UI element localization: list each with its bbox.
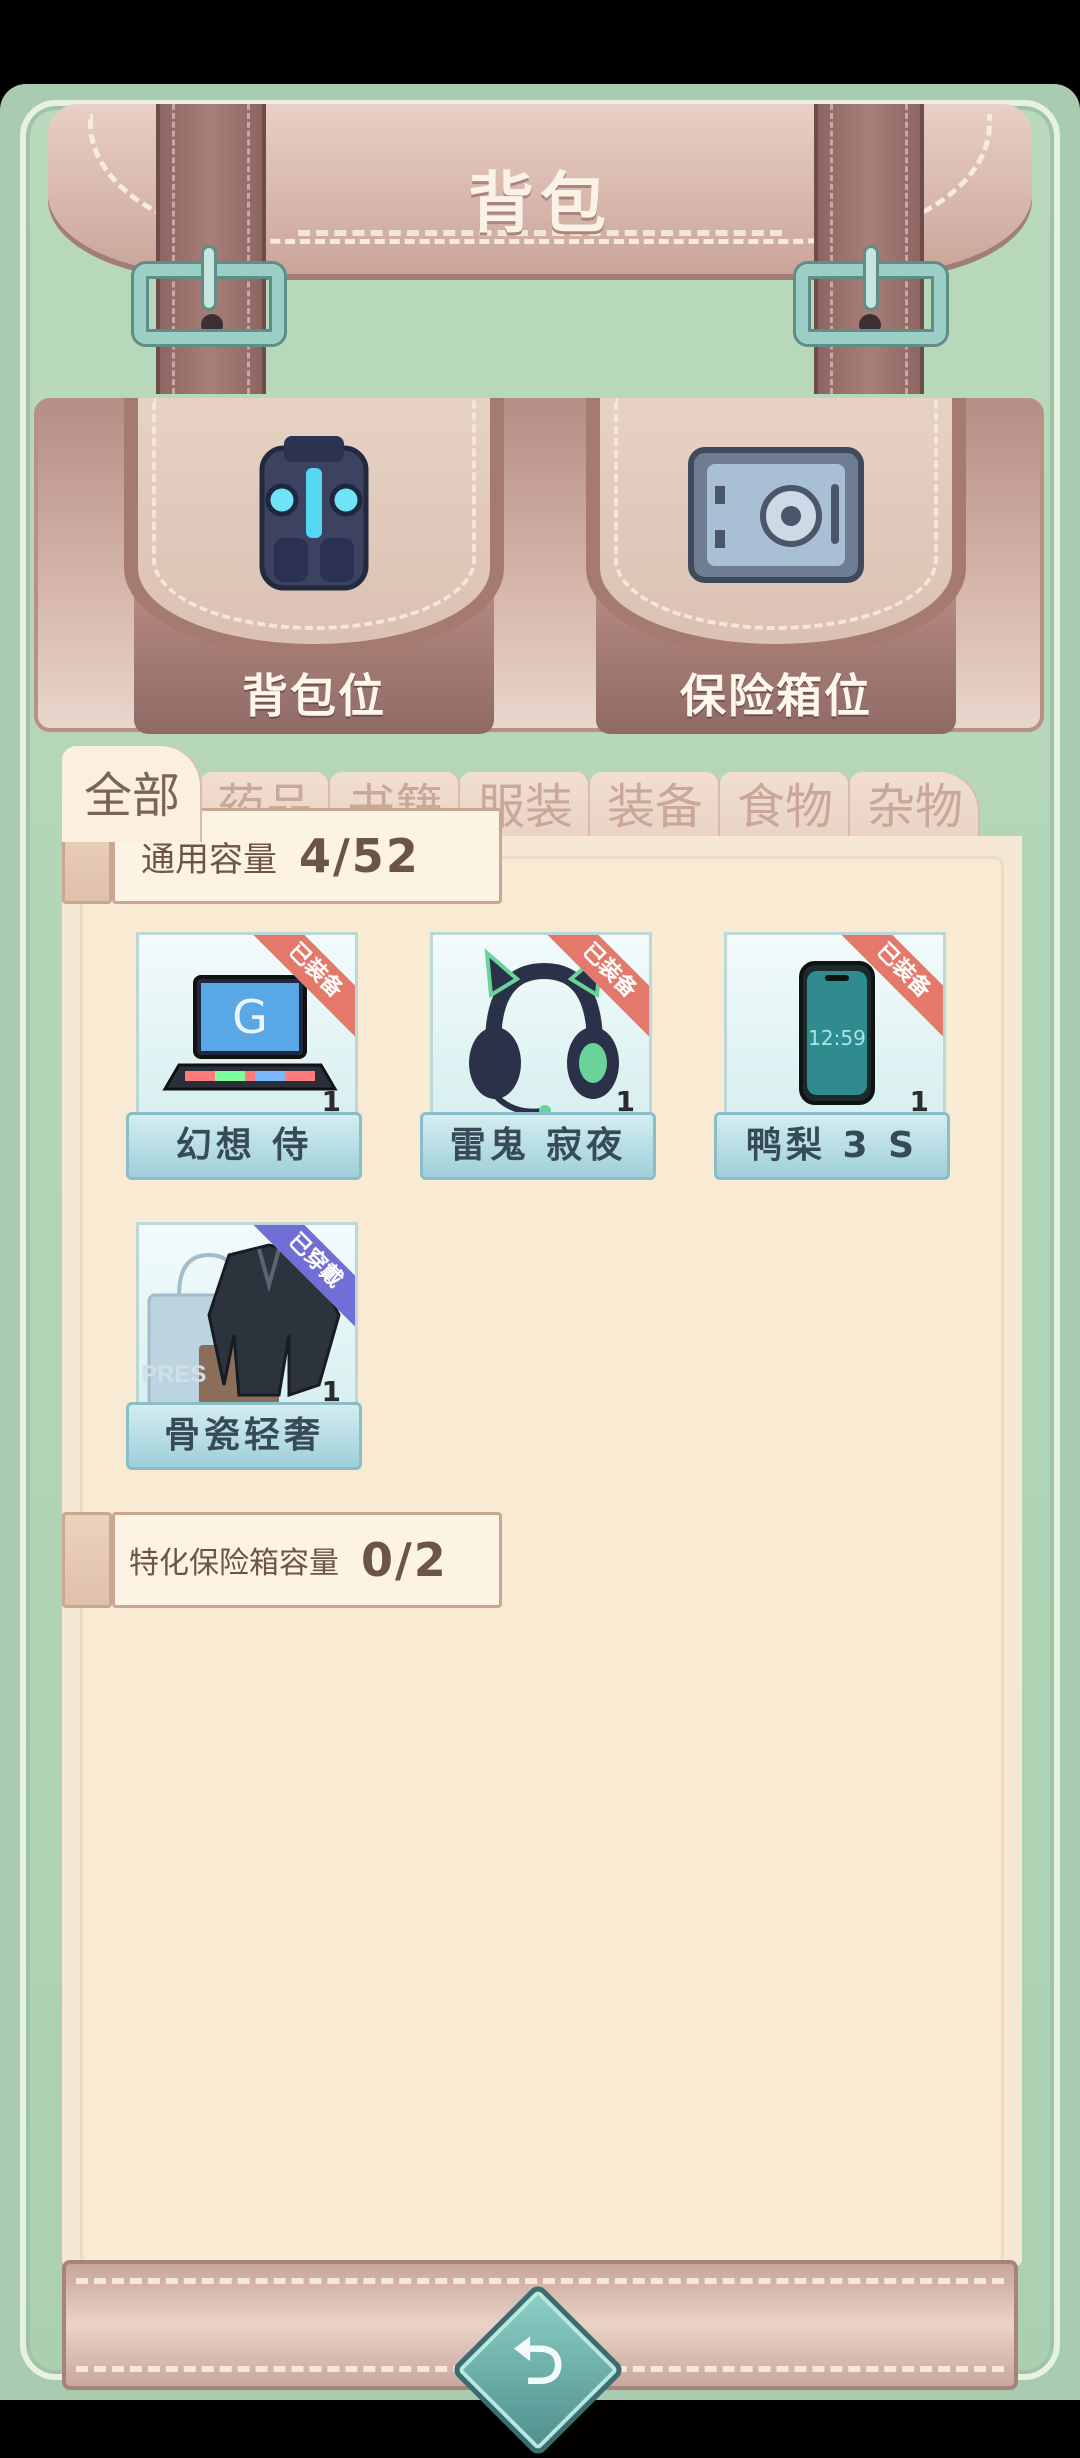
return-icon: ⮌ xyxy=(512,2325,564,2399)
tab-equipment[interactable]: 装备 xyxy=(590,772,720,842)
backpack-icon xyxy=(244,428,384,602)
capacity-tag xyxy=(62,1512,112,1608)
bar-stitch xyxy=(76,2278,1004,2284)
safe-icon xyxy=(681,440,871,594)
right-buckle-icon xyxy=(796,248,946,344)
item-card: 12:59 已装备 1 xyxy=(724,932,946,1132)
capacity-value: 4/52 xyxy=(299,829,420,883)
capacity-name: 特化保险箱容量 xyxy=(129,1546,339,1581)
app-root: 背包 背包位 保险箱位 全部 药品 书籍 服装 装备 食物 杂物 通用容量 4/… xyxy=(0,84,1080,2458)
pocket-label: 保险箱位 xyxy=(680,669,872,723)
left-buckle-icon xyxy=(134,248,284,344)
tab-misc[interactable]: 杂物 xyxy=(850,772,980,842)
bag-print-text: PRES xyxy=(141,1361,207,1388)
capacity-box: 特化保险箱容量 0/2 xyxy=(112,1512,502,1608)
svg-text:12:59: 12:59 xyxy=(808,1026,866,1050)
item-name: 骨瓷轻奢 xyxy=(126,1402,362,1470)
pocket-backpack-slot[interactable]: 背包位 xyxy=(124,398,504,734)
tab-food[interactable]: 食物 xyxy=(720,772,850,842)
item-jacket[interactable]: PRES 已穿戴 1 骨瓷轻奢 xyxy=(126,1222,362,1474)
svg-text:G: G xyxy=(232,990,268,1044)
capacity-value: 0/2 xyxy=(361,1533,448,1587)
pocket-label: 背包位 xyxy=(242,669,386,723)
item-card: PRES 已穿戴 1 xyxy=(136,1222,358,1422)
item-phone[interactable]: 12:59 已装备 1 鸭梨 3 S xyxy=(714,932,950,1184)
item-name: 鸭梨 3 S xyxy=(714,1112,950,1180)
item-card: G 已装备 1 xyxy=(136,932,358,1132)
item-card: 已装备 1 xyxy=(430,932,652,1132)
tab-all[interactable]: 全部 xyxy=(62,746,202,842)
pocket-row: 背包位 保险箱位 xyxy=(34,398,1044,734)
item-laptop[interactable]: G 已装备 1 幻想 侍 xyxy=(126,932,362,1184)
pocket-safe-slot[interactable]: 保险箱位 xyxy=(586,398,966,734)
item-name: 幻想 侍 xyxy=(126,1112,362,1180)
safe-capacity-label: 特化保险箱容量 0/2 xyxy=(62,1512,502,1608)
item-headphones[interactable]: 已装备 1 雷鬼 寂夜 xyxy=(420,932,656,1184)
item-name: 雷鬼 寂夜 xyxy=(420,1112,656,1180)
